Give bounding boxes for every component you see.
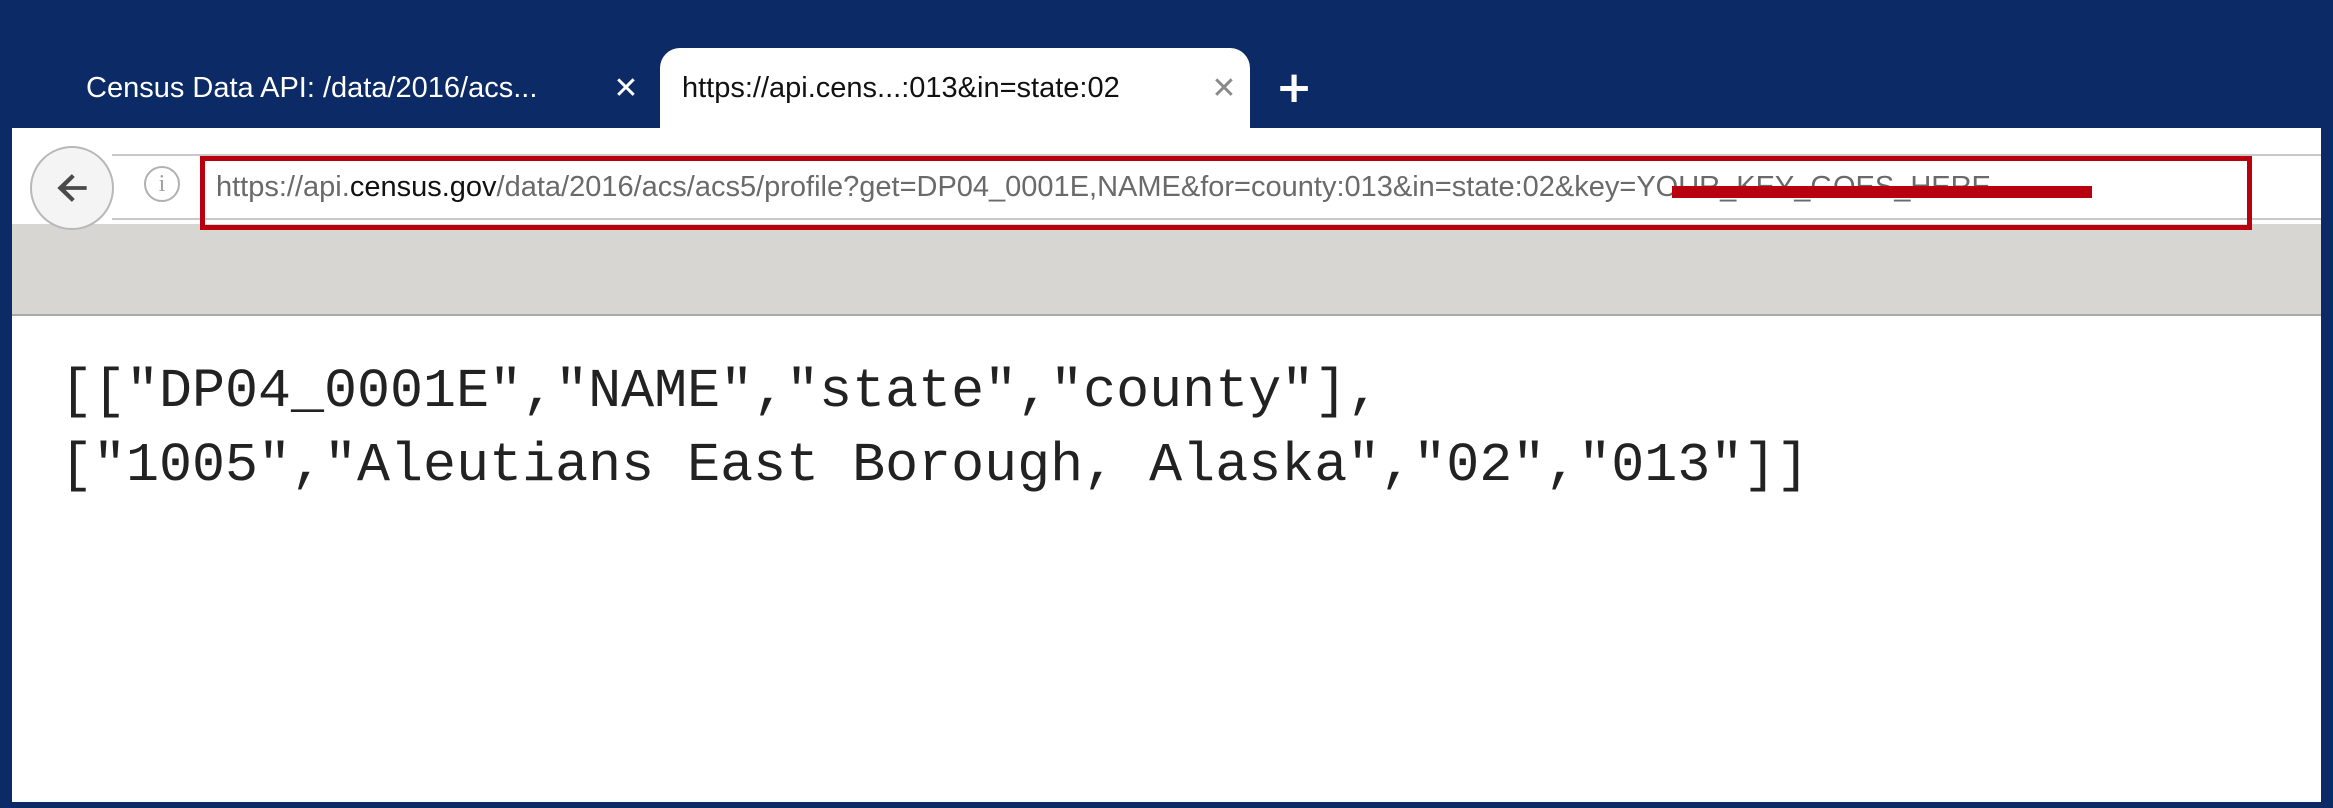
page-content: [["DP04_0001E","NAME","state","county"],…	[12, 316, 2321, 802]
tab-api-result[interactable]: https://api.cens...:013&in=state:02 ✕	[660, 48, 1250, 128]
tab-title: https://api.cens...:013&in=state:02	[682, 71, 1120, 104]
back-arrow-icon	[57, 174, 87, 202]
navigation-bar: i https://api.census.gov/data/2016/acs/a…	[12, 128, 2321, 230]
tab-strip: Census Data API: /data/2016/acs... ✕ htt…	[12, 6, 2321, 128]
back-button[interactable]	[30, 146, 114, 230]
tab-title: Census Data API: /data/2016/acs...	[86, 71, 538, 104]
url-redaction-mark	[1672, 186, 2092, 198]
json-output-line: ["1005","Aleutians East Borough, Alaska"…	[60, 434, 1810, 497]
toolbar	[12, 224, 2321, 316]
tab-census-data-api[interactable]: Census Data API: /data/2016/acs... ✕	[62, 48, 652, 128]
close-icon[interactable]: ✕	[1198, 71, 1250, 106]
url-host: census.gov	[349, 171, 497, 203]
json-output-line: [["DP04_0001E","NAME","state","county"],	[60, 360, 1381, 423]
url-scheme-prefix: https://api.	[216, 171, 350, 203]
new-tab-button[interactable]: +	[1270, 64, 1318, 112]
close-icon[interactable]: ✕	[600, 71, 652, 106]
browser-window: Census Data API: /data/2016/acs... ✕ htt…	[0, 0, 2333, 808]
info-icon[interactable]: i	[144, 166, 180, 202]
